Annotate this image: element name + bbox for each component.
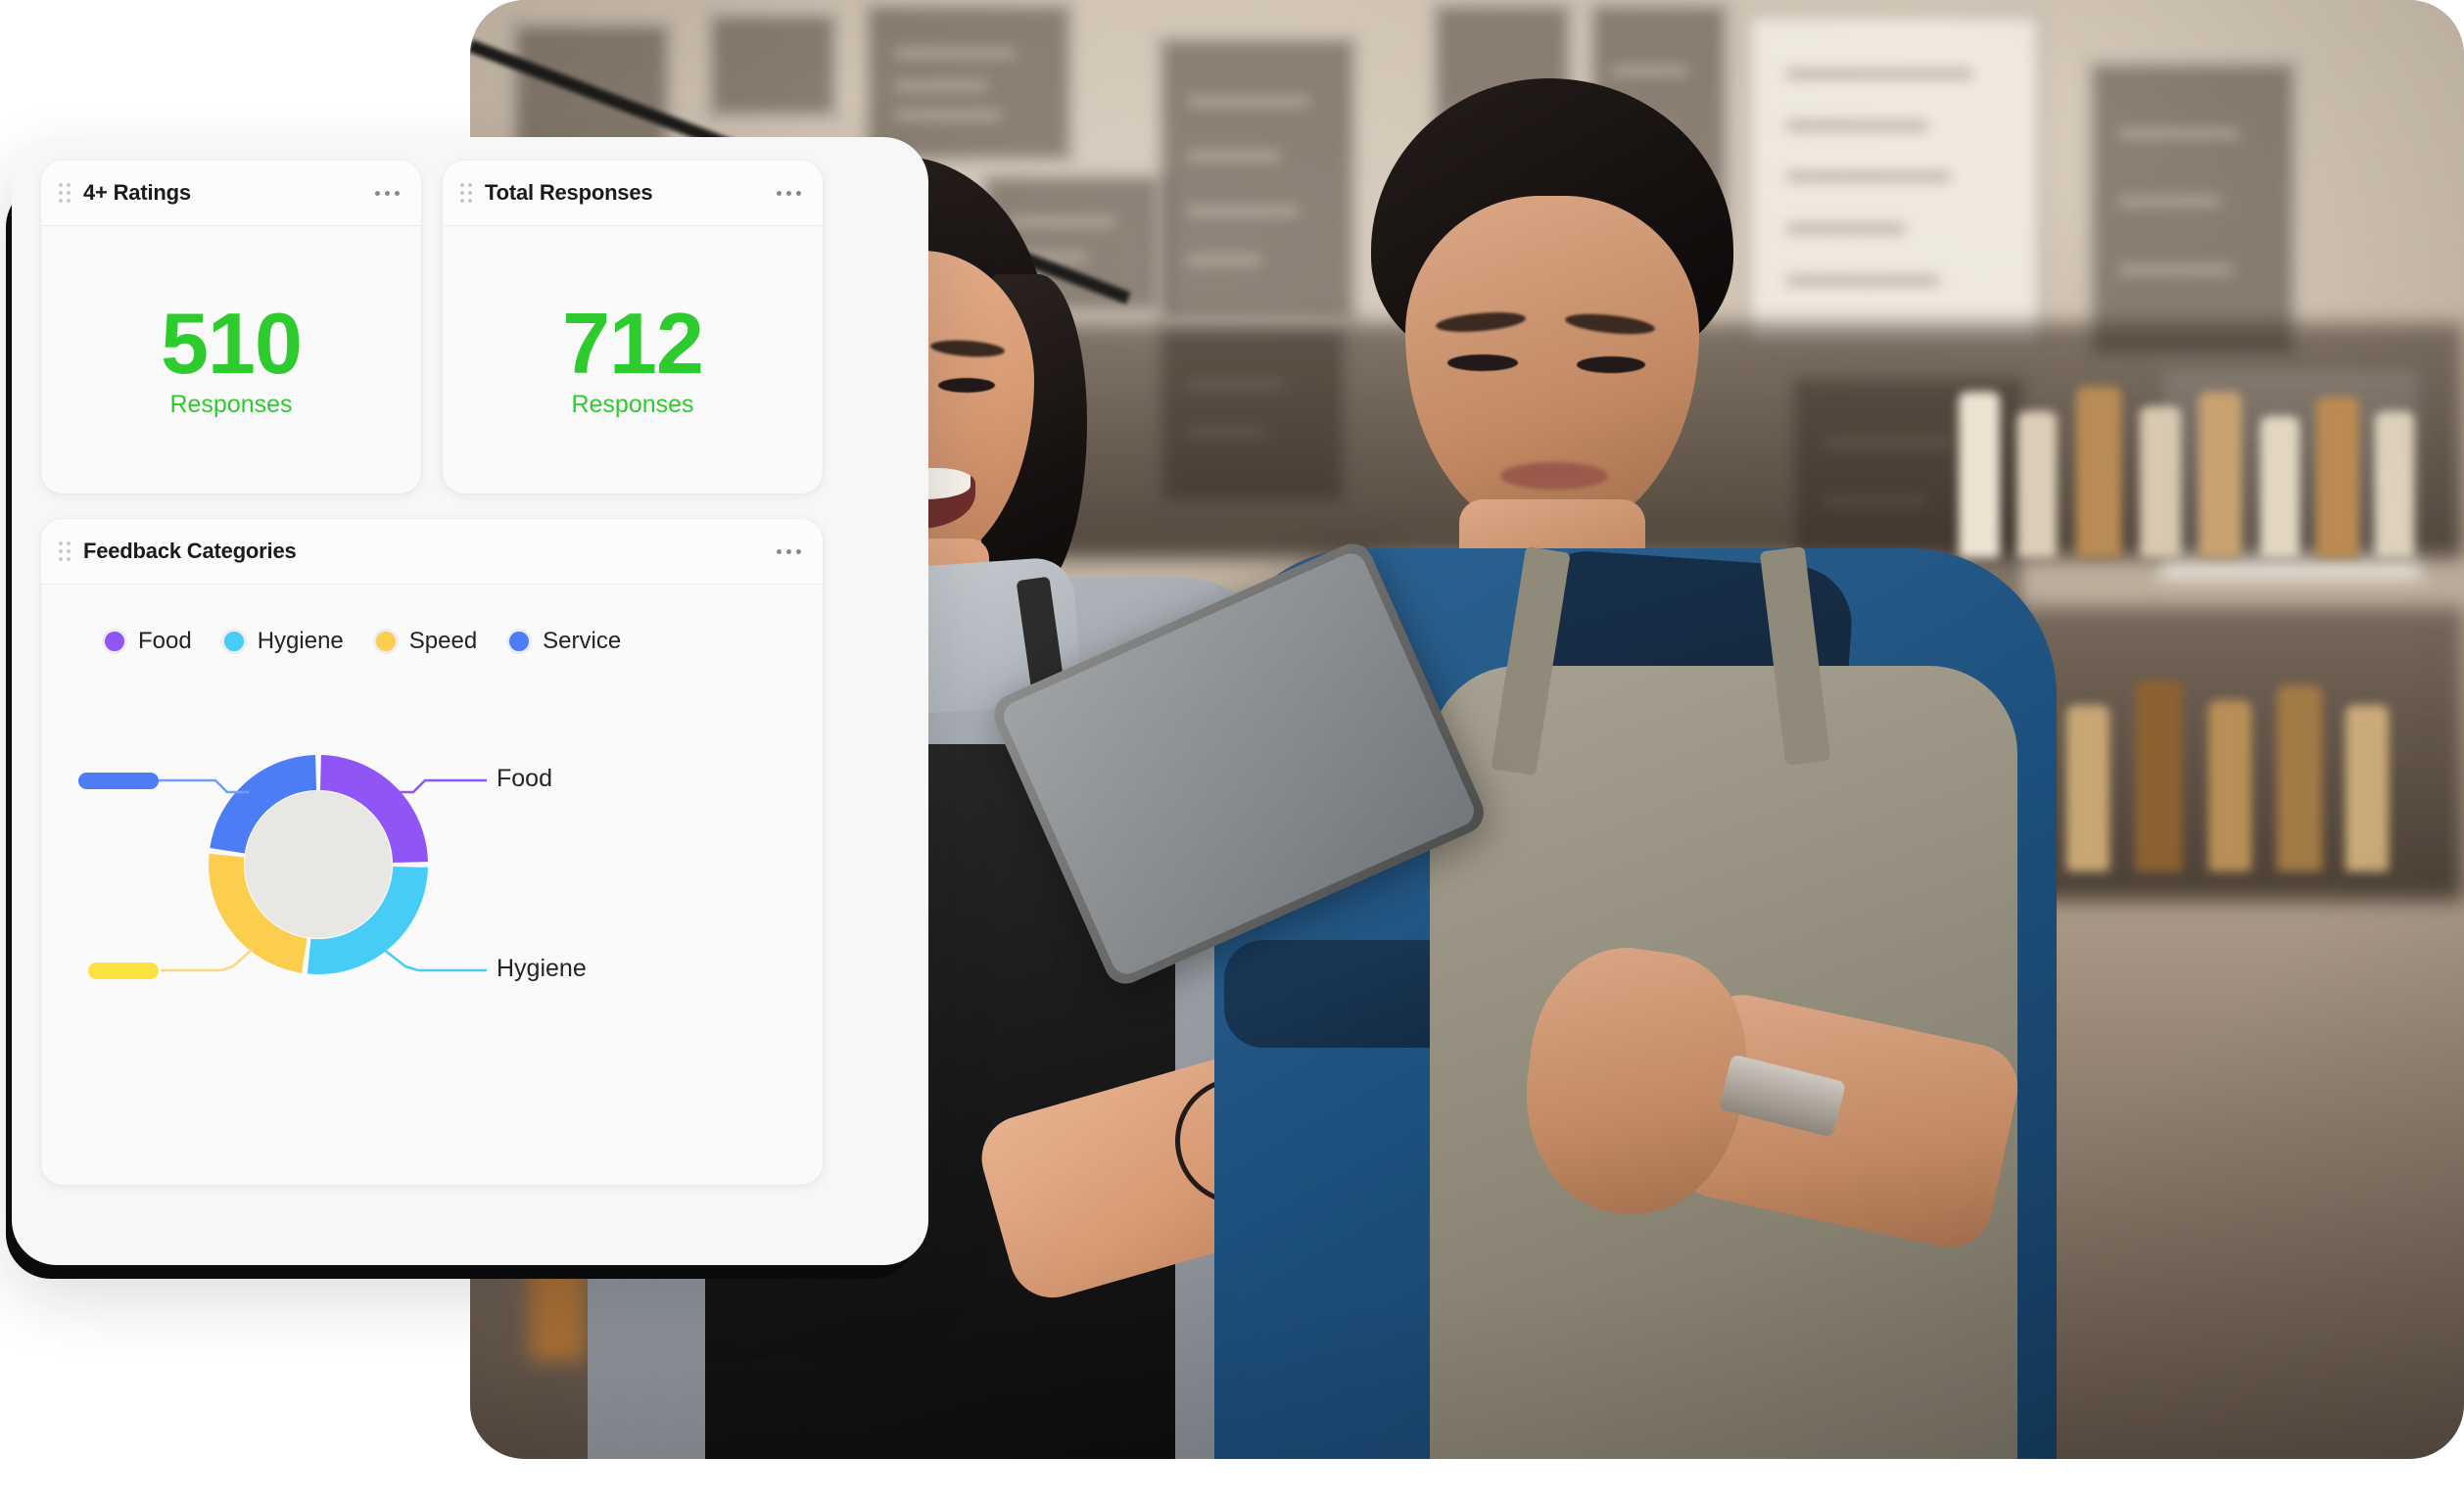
bottle xyxy=(2208,700,2251,871)
legend-label: Service xyxy=(543,628,622,654)
callout-pill-service xyxy=(78,773,159,789)
kebab-menu-icon[interactable] xyxy=(375,190,400,196)
legend-swatch-icon xyxy=(372,629,399,654)
legend-item-hygiene[interactable]: Hygiene xyxy=(220,628,344,655)
chart-legend: Food Hygiene Speed Service xyxy=(41,585,823,655)
card-title: Total Responses xyxy=(485,180,653,205)
kebab-menu-icon[interactable] xyxy=(777,548,801,554)
kebab-menu-icon[interactable] xyxy=(777,190,801,196)
leader-line-food xyxy=(389,778,487,794)
stat-label: Responses xyxy=(571,391,694,418)
donut-chart: Food Hygiene xyxy=(41,655,823,1145)
stat-label: Responses xyxy=(169,391,293,418)
legend-swatch-icon xyxy=(506,629,533,654)
card-body: 712 Responses xyxy=(443,226,823,494)
stat-value: 712 xyxy=(562,295,704,392)
leader-line-speed xyxy=(161,948,254,972)
callout-label-hygiene: Hygiene xyxy=(497,955,587,982)
leader-line-service xyxy=(159,778,249,794)
screenshot-stage: 4+ Ratings 510 Responses Total Responses… xyxy=(0,0,2464,1504)
leader-line-hygiene xyxy=(382,947,487,972)
stat-value: 510 xyxy=(161,295,303,392)
dashboard-panel: 4+ Ratings 510 Responses Total Responses… xyxy=(12,137,928,1265)
legend-swatch-icon xyxy=(102,629,127,654)
bottle xyxy=(2375,411,2414,558)
eye xyxy=(1577,356,1645,373)
card-title: 4+ Ratings xyxy=(83,180,191,205)
card-total-responses[interactable]: Total Responses 712 Responses xyxy=(443,161,823,494)
callout-pill-speed xyxy=(88,963,159,979)
drag-handle-icon[interactable] xyxy=(59,541,71,561)
card-4plus-ratings[interactable]: 4+ Ratings 510 Responses xyxy=(41,161,421,494)
bottle xyxy=(2277,685,2322,871)
legend-swatch-icon xyxy=(220,629,247,654)
callout-label-food: Food xyxy=(497,765,552,792)
bottle xyxy=(2316,397,2359,558)
drag-handle-icon[interactable] xyxy=(460,183,472,203)
mouth xyxy=(1500,462,1608,490)
legend-item-food[interactable]: Food xyxy=(102,628,192,655)
wall-frame xyxy=(705,10,840,120)
legend-item-speed[interactable]: Speed xyxy=(372,628,478,655)
card-header: Total Responses xyxy=(443,161,823,226)
eye xyxy=(1447,354,1518,371)
legend-item-service[interactable]: Service xyxy=(506,628,621,655)
card-body: 510 Responses xyxy=(41,226,421,494)
legend-label: Food xyxy=(138,628,192,654)
card-header: Feedback Categories xyxy=(41,519,823,585)
eye xyxy=(938,378,995,393)
legend-label: Speed xyxy=(408,628,478,654)
card-title: Feedback Categories xyxy=(83,539,297,563)
bottle xyxy=(2260,416,2299,558)
donut-chart-svg xyxy=(159,755,487,974)
drag-handle-icon[interactable] xyxy=(59,183,71,203)
bottle xyxy=(2199,392,2242,558)
legend-label: Hygiene xyxy=(257,628,344,654)
card-header: 4+ Ratings xyxy=(41,161,421,226)
card-feedback-categories[interactable]: Feedback Categories Food Hygiene Speed S… xyxy=(41,519,823,1185)
donut-hole xyxy=(245,791,392,938)
bottle xyxy=(2346,705,2389,871)
